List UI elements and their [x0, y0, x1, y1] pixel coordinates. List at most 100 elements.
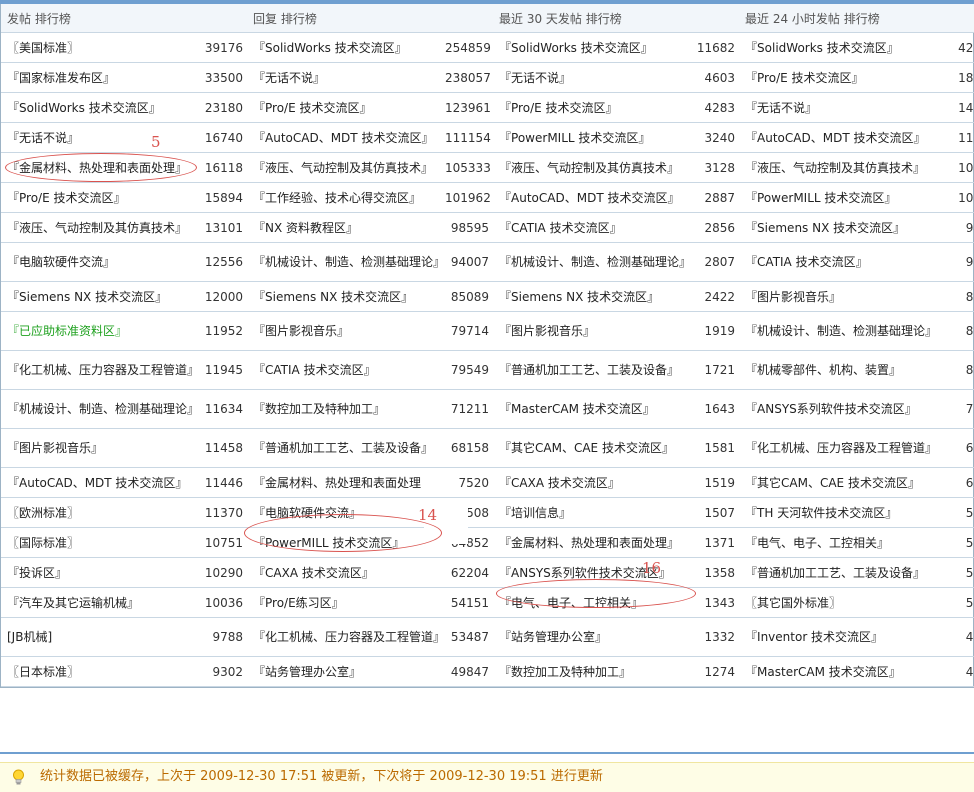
forum-link[interactable]: 『CATIA 技术交流区』 [253, 363, 376, 377]
forum-link[interactable]: 『SolidWorks 技术交流区』 [7, 101, 161, 115]
forum-link[interactable]: 『Pro/E 技术交流区』 [253, 101, 371, 115]
cache-notice-text: 统计数据已被缓存，上次于 2009-12-30 17:51 被更新，下次将于 2… [40, 769, 603, 784]
forum-cell: 『机械设计、制造、检测基础理论』 [247, 242, 445, 282]
forum-link[interactable]: [JB机械] [7, 630, 52, 644]
forum-link[interactable]: 〖其它国外标准〗 [745, 596, 841, 610]
forum-link[interactable]: 『其它CAM、CAE 技术交流区』 [745, 476, 920, 490]
forum-cell: 『普通机加工工艺、工装及设备』 [493, 350, 692, 390]
forum-link[interactable]: 『图片影视音乐』 [745, 290, 841, 304]
count-cell: 11458 [199, 428, 248, 468]
forum-link[interactable]: 『汽车及其它运输机械』 [7, 596, 139, 610]
forum-link[interactable]: 『数控加工及特种加工』 [253, 402, 385, 416]
forum-link[interactable]: 『数控加工及特种加工』 [499, 665, 631, 679]
table-row: 『化工机械、压力容器及工程管道』 11945 『CATIA 技术交流区』 79549 『… [1, 350, 974, 390]
forum-link[interactable]: 『Pro/E 技术交流区』 [7, 191, 125, 205]
forum-link[interactable]: 『普通机加工工艺、工装及设备』 [745, 566, 925, 580]
forum-link[interactable]: 〖美国标准〗 [7, 41, 79, 55]
forum-link[interactable]: 〖欧洲标准〗 [7, 506, 79, 520]
forum-link[interactable]: 『Siemens NX 技术交流区』 [745, 221, 905, 235]
forum-link[interactable]: 『普通机加工工艺、工装及设备』 [499, 363, 679, 377]
forum-link[interactable]: 『图片影视音乐』 [499, 324, 595, 338]
forum-link[interactable]: 〖日本标准〗 [7, 665, 79, 679]
forum-link[interactable]: 『金属材料、热处理和表面处理 [253, 476, 421, 490]
header-24hour-ranking: 最近 24 小时发帖 排行榜 [739, 4, 974, 33]
forum-cell: 『SolidWorks 技术交流区』 [247, 32, 446, 63]
forum-link[interactable]: 『液压、气动控制及其仿真技术』 [253, 161, 433, 175]
forum-link[interactable]: 『工作经验、技术心得交流区』 [253, 191, 421, 205]
count-cell: 11952 [199, 311, 248, 351]
forum-link[interactable]: 『电气、电子、工控相关』 [745, 536, 889, 550]
count-cell: 71211 [445, 389, 494, 429]
count-cell: 12000 [199, 281, 248, 312]
forum-cell: 『其它CAM、CAE 技术交流区』 [739, 467, 938, 498]
forum-link[interactable]: 『机械零部件、机构、装置』 [745, 363, 901, 377]
forum-link[interactable]: 『液压、气动控制及其仿真技术』 [499, 161, 679, 175]
forum-link[interactable]: 『AutoCAD、MDT 技术交流区』 [745, 131, 925, 145]
forum-link[interactable]: 『NX 资料教程区』 [253, 221, 358, 235]
forum-link[interactable]: 『无话不说』 [7, 131, 79, 145]
forum-cell: 『CATIA 技术交流区』 [739, 242, 938, 282]
forum-link[interactable]: 『Inventor 技术交流区』 [745, 630, 883, 644]
forum-cell: 『化工机械、压力容器及工程管道』 [1, 350, 199, 390]
forum-link[interactable]: 『Siemens NX 技术交流区』 [253, 290, 413, 304]
count-cell: 1519 [691, 467, 740, 498]
forum-link[interactable]: 『CAXA 技术交流区』 [499, 476, 620, 490]
count-cell: 91 [937, 242, 974, 282]
forum-link[interactable]: 『投诉区』 [7, 566, 67, 580]
forum-link[interactable]: 『培训信息』 [499, 506, 571, 520]
forum-link[interactable]: 『化工机械、压力容器及工程管道』 [745, 441, 937, 455]
table-row: [JB机械] 9788 『化工机械、压力容器及工程管道』 53487 『站务管理办公室』… [1, 617, 974, 657]
forum-link[interactable]: 『国家标准发布区』 [7, 71, 115, 85]
forum-link[interactable]: 『普通机加工工艺、工装及设备』 [253, 441, 433, 455]
forum-link[interactable]: 『PowerMILL 技术交流区』 [745, 191, 896, 205]
forum-cell: 『机械零部件、机构、装置』 [739, 350, 938, 390]
forum-link[interactable]: 『液压、气动控制及其仿真技术』 [745, 161, 925, 175]
forum-link[interactable]: 『Pro/E 技术交流区』 [745, 71, 863, 85]
forum-cell: 『AutoCAD、MDT 技术交流区』 [739, 122, 938, 153]
count-cell: 7520 [445, 467, 494, 498]
forum-link[interactable]: 『机械设计、制造、检测基础理论』 [7, 402, 199, 416]
forum-link[interactable]: 『CATIA 技术交流区』 [745, 255, 868, 269]
forum-link[interactable]: 『MasterCAM 技术交流区』 [745, 665, 901, 679]
forum-link[interactable]: 『CATIA 技术交流区』 [499, 221, 622, 235]
forum-link[interactable]: 『电脑软硬件交流』 [7, 255, 115, 269]
forum-link[interactable]: 『站务管理办公室』 [253, 665, 361, 679]
forum-link[interactable]: 『SolidWorks 技术交流区』 [499, 41, 653, 55]
forum-link[interactable]: 『机械设计、制造、检测基础理论』 [499, 255, 691, 269]
count-cell: 11446 [199, 467, 248, 498]
forum-link[interactable]: 『CAXA 技术交流区』 [253, 566, 374, 580]
forum-link[interactable]: 『已应助标准资料区』 [7, 324, 127, 338]
forum-link[interactable]: 『站务管理办公室』 [499, 630, 607, 644]
forum-cell: 『AutoCAD、MDT 技术交流区』 [247, 122, 446, 153]
forum-link[interactable]: 『化工机械、压力容器及工程管道』 [7, 363, 199, 377]
forum-link[interactable]: 『金属材料、热处理和表面处理』 [499, 536, 679, 550]
forum-link[interactable]: 『无话不说』 [499, 71, 571, 85]
forum-link[interactable]: 『TH 天河软件技术交流区』 [745, 506, 897, 520]
forum-link[interactable]: 〖国际标准〗 [7, 536, 79, 550]
forum-link[interactable]: 『机械设计、制造、检测基础理论』 [745, 324, 937, 338]
forum-link[interactable]: 『ANSYS系列软件技术交流区』 [745, 402, 917, 416]
forum-link[interactable]: 『SolidWorks 技术交流区』 [253, 41, 407, 55]
table-row: 〖日本标准〗 9302 『站务管理办公室』 49847 『数控加工及特种加工』 1274 『… [1, 656, 974, 687]
table-row: 『液压、气动控制及其仿真技术』 13101 『NX 资料教程区』 98595 『CATI… [1, 212, 974, 243]
forum-link[interactable]: 『Pro/E练习区』 [253, 596, 344, 610]
forum-link[interactable]: 『无话不说』 [253, 71, 325, 85]
forum-link[interactable]: 『Siemens NX 技术交流区』 [7, 290, 167, 304]
forum-cell: 『CATIA 技术交流区』 [247, 350, 446, 390]
forum-link[interactable]: 『SolidWorks 技术交流区』 [745, 41, 899, 55]
forum-link[interactable]: 『其它CAM、CAE 技术交流区』 [499, 441, 674, 455]
forum-link[interactable]: 『MasterCAM 技术交流区』 [499, 402, 655, 416]
forum-link[interactable]: 『Pro/E 技术交流区』 [499, 101, 617, 115]
forum-link[interactable]: 『PowerMILL 技术交流区』 [499, 131, 650, 145]
forum-link[interactable]: 『Siemens NX 技术交流区』 [499, 290, 659, 304]
annotation-number-1: 5 [151, 133, 161, 151]
forum-link[interactable]: 『AutoCAD、MDT 技术交流区』 [7, 476, 187, 490]
forum-link[interactable]: 『图片影视音乐』 [7, 441, 103, 455]
forum-link[interactable]: 『化工机械、压力容器及工程管道』 [253, 630, 445, 644]
forum-link[interactable]: 『无话不说』 [745, 101, 817, 115]
forum-link[interactable]: 『液压、气动控制及其仿真技术』 [7, 221, 187, 235]
forum-link[interactable]: 『AutoCAD、MDT 技术交流区』 [499, 191, 679, 205]
forum-link[interactable]: 『AutoCAD、MDT 技术交流区』 [253, 131, 433, 145]
forum-link[interactable]: 『图片影视音乐』 [253, 324, 349, 338]
forum-link[interactable]: 『机械设计、制造、检测基础理论』 [253, 255, 445, 269]
